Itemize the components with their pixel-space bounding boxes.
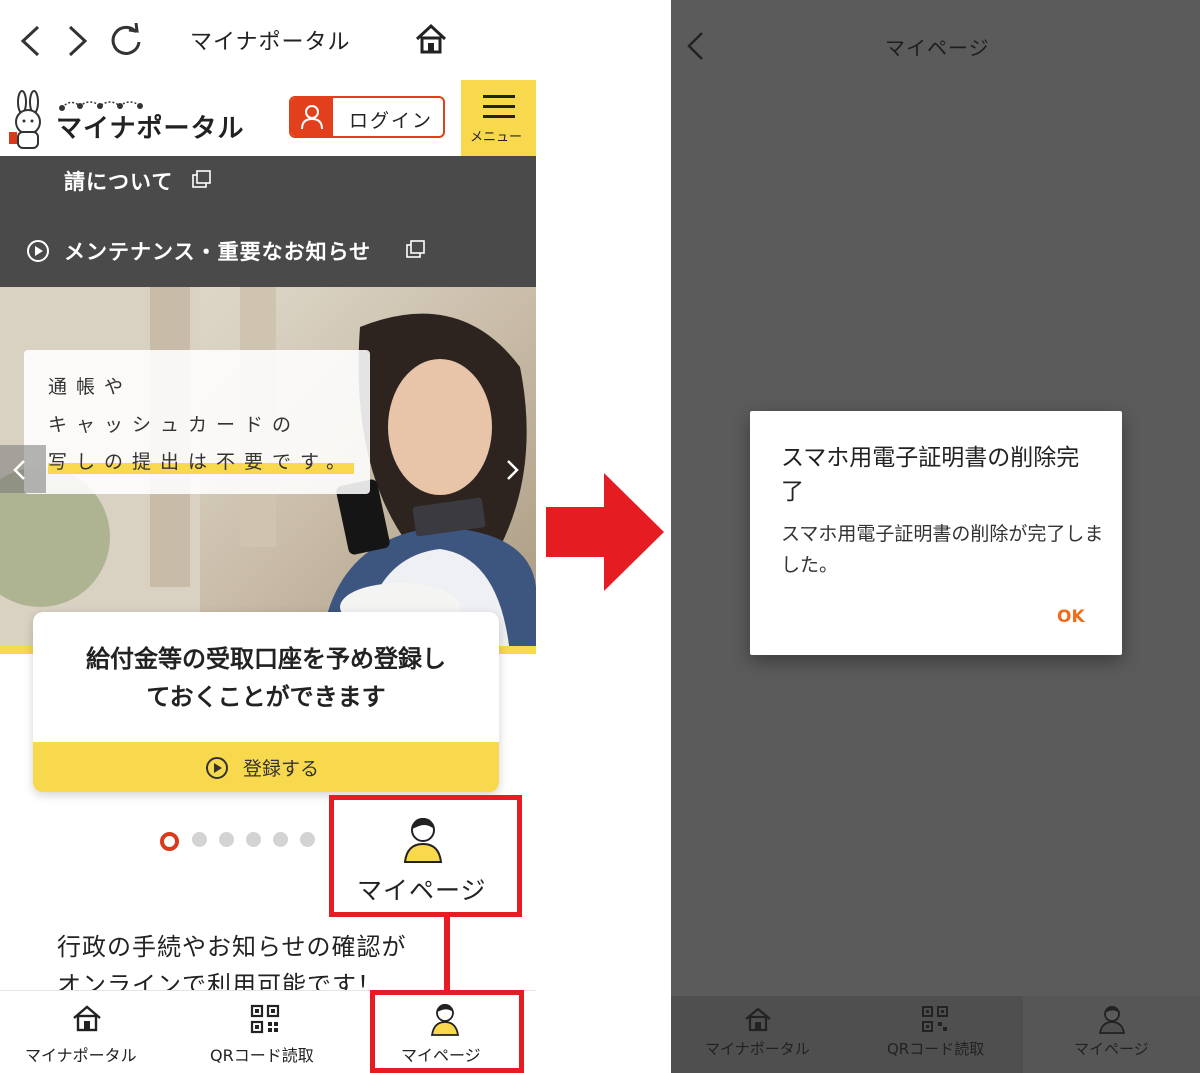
person-icon [430, 1004, 460, 1036]
house-icon [73, 1005, 101, 1032]
right-screen: マイページ スマホ用電子証明書の削除完了 スマホ用電子証明書の削除が完了しました… [671, 0, 1200, 1073]
login-label: ログイン [349, 110, 434, 132]
user-icon [301, 105, 323, 130]
qr-code-icon [250, 1004, 280, 1034]
qr-code-icon [922, 1006, 948, 1032]
hero-banner[interactable]: 通帳や キャッシュカードの 写しの提出は不要です。 [0, 287, 536, 654]
tab-mynaportal[interactable]: マイナポータル [671, 996, 847, 1073]
forward-icon[interactable] [66, 24, 90, 58]
card-title: 給付金等の受取口座を予め登録し ておくことができます [33, 640, 499, 716]
callout-line-3: 写しの提出は不要です。 [48, 447, 355, 474]
login-button[interactable]: ログイン [289, 96, 445, 138]
carousel-prev-button[interactable] [0, 445, 46, 493]
external-link-icon [192, 170, 211, 188]
browser-toolbar: マイナポータル [0, 0, 536, 80]
transition-arrow-icon [546, 473, 664, 591]
tab-label: QRコード読取 [210, 1046, 314, 1065]
menu-button[interactable]: メニュー [461, 80, 536, 156]
dropdown-menu-band: 請について メンテナンス・重要なお知らせ [0, 156, 536, 287]
dialog-title: スマホ用電子証明書の削除完了 [781, 445, 1080, 505]
person-icon [403, 818, 443, 863]
body-text-line1: 行政の手続やお知らせの確認が [57, 933, 407, 961]
home-icon[interactable] [414, 22, 448, 56]
mascot-logo-icon [9, 90, 41, 149]
browser-title: マイナポータル [190, 30, 351, 55]
carousel-dot[interactable] [300, 832, 315, 847]
carousel-dot[interactable] [246, 832, 261, 847]
tab-mynaportal[interactable]: マイナポータル [0, 990, 178, 1073]
dialog-message: スマホ用電子証明書の削除が完了しました。 [781, 523, 1104, 576]
bottom-tab-bar: マイナポータル QRコード読取 マイページ [671, 996, 1200, 1073]
tab-label: マイナポータル [705, 1040, 810, 1058]
house-icon [745, 1007, 771, 1032]
external-link-icon [406, 240, 425, 258]
hamburger-icon [483, 95, 515, 118]
site-logo-text[interactable]: マイナポータル [56, 108, 244, 145]
menu-item-application[interactable]: 請について [64, 166, 173, 196]
tab-mypage[interactable]: マイページ [370, 990, 524, 1073]
carousel-dot[interactable] [219, 832, 234, 847]
back-icon[interactable] [685, 30, 705, 62]
reload-icon[interactable] [108, 22, 144, 58]
body-text-line2: オンラインで利用可能です！ [57, 971, 382, 990]
callout-line-2: キャッシュカードの [48, 414, 301, 436]
tab-qr-reader[interactable]: QRコード読取 [847, 996, 1023, 1073]
login-icon-box [291, 98, 333, 136]
register-button-label: 登録する [243, 758, 320, 780]
promo-card: 給付金等の受取口座を予め登録し ておくことができます 登録する [33, 612, 499, 792]
menu-item-maintenance[interactable]: メンテナンス・重要なお知らせ [64, 236, 371, 266]
tab-qr-reader[interactable]: QRコード読取 [178, 990, 356, 1073]
completion-dialog: スマホ用電子証明書の削除完了 スマホ用電子証明書の削除が完了しました。 OK [750, 411, 1122, 655]
play-circle-icon [27, 240, 49, 262]
register-button[interactable]: 登録する [33, 742, 499, 792]
tab-label: マイページ [1074, 1040, 1149, 1058]
chevron-right-icon[interactable] [506, 459, 520, 481]
carousel-dot-active[interactable] [160, 832, 179, 851]
highlight-connector-line [444, 915, 450, 992]
dialog-ok-button[interactable]: OK [1057, 607, 1085, 627]
menu-label: メニュー [470, 130, 523, 145]
play-circle-icon [206, 757, 228, 779]
mypage-highlight-label: マイページ [357, 876, 487, 905]
page-title: マイページ [885, 36, 990, 60]
chevron-left-icon [13, 460, 25, 480]
card-title-line2: ておくことができます [146, 683, 386, 711]
person-icon [1098, 1006, 1126, 1034]
hero-callout: 通帳や キャッシュカードの 写しの提出は不要です。 [24, 350, 370, 494]
carousel-dot[interactable] [192, 832, 207, 847]
tab-label: マイページ [401, 1046, 481, 1065]
carousel-dot[interactable] [273, 832, 288, 847]
card-title-line1: 給付金等の受取口座を予め登録し [86, 645, 446, 673]
back-icon[interactable] [18, 24, 42, 58]
tab-label: QRコード読取 [887, 1040, 985, 1058]
tab-mypage[interactable]: マイページ [1023, 996, 1200, 1073]
left-screen: マイナポータル マイナポータル ログイン メニュー 請について メンテナンス・重… [0, 0, 536, 1073]
tab-label: マイナポータル [25, 1046, 137, 1065]
callout-line-1: 通帳や [48, 376, 133, 398]
